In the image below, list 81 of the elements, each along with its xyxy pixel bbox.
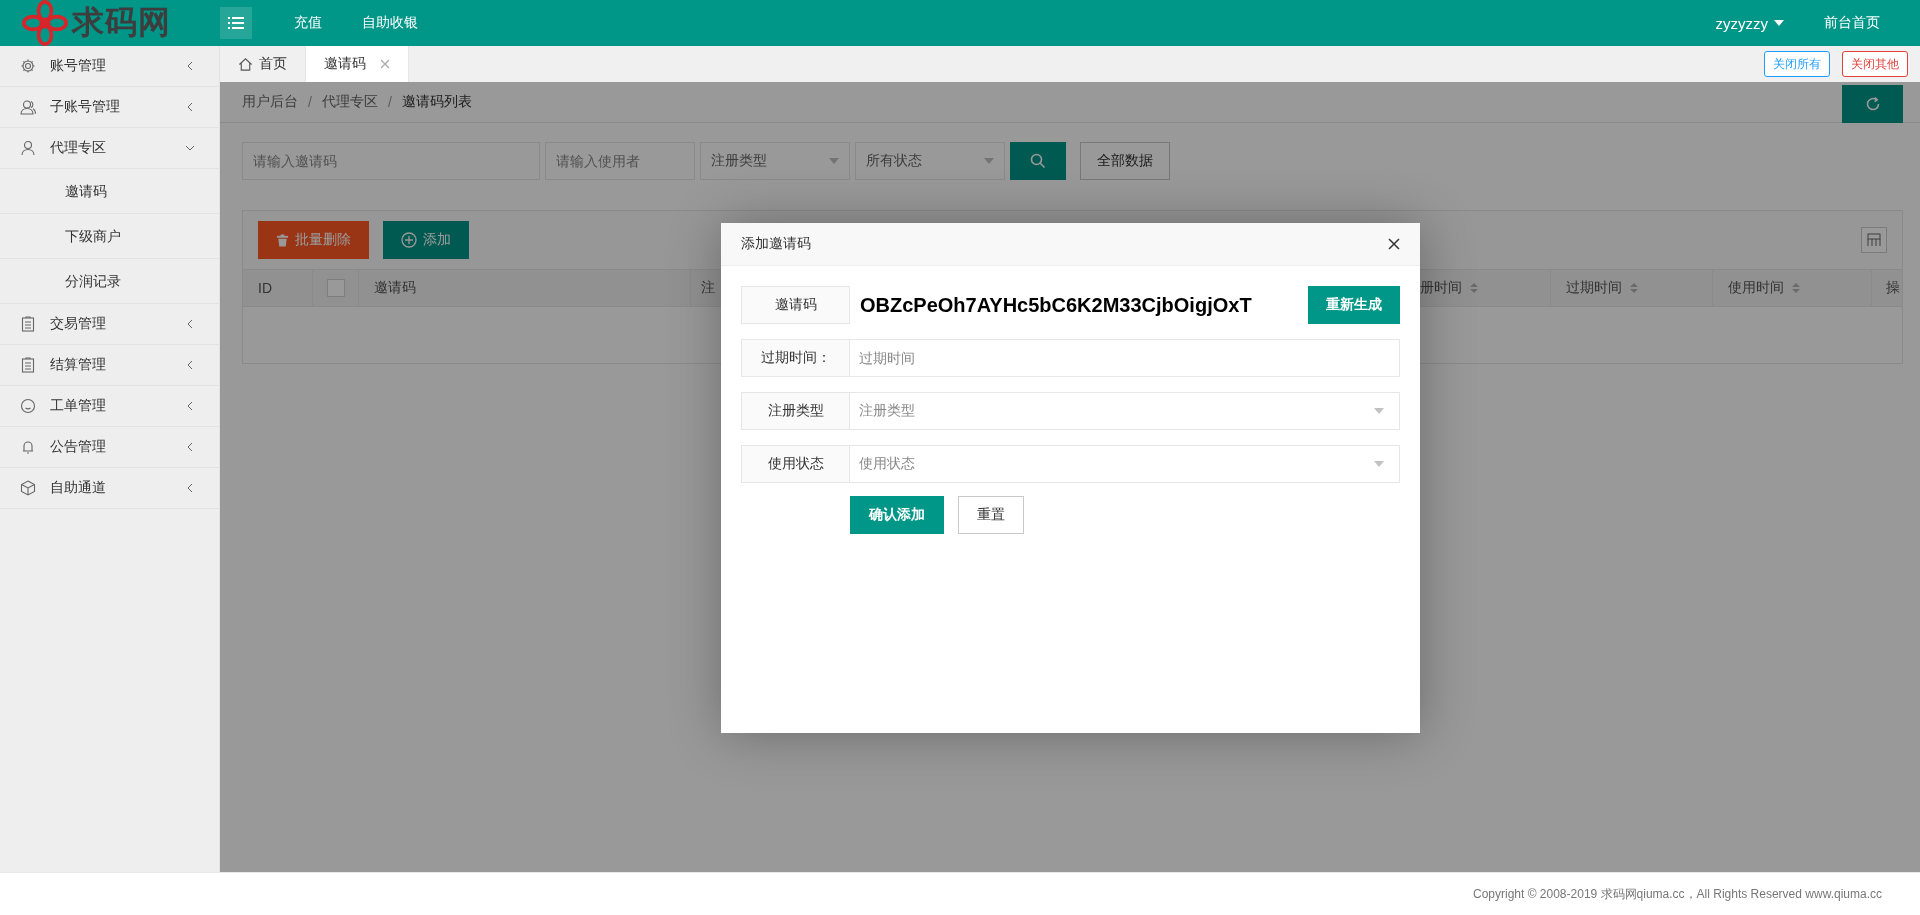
plus-circle-icon	[401, 232, 417, 248]
sort-icon[interactable]	[1470, 282, 1478, 294]
breadcrumb-item[interactable]: 用户后台	[242, 93, 298, 111]
menu-icon	[228, 17, 244, 29]
copyright-text: Copyright © 2008-2019 求码网qiuma.cc，All Rights Reserved www.qiuma.cc	[1473, 885, 1882, 903]
column-header: 操	[1886, 279, 1900, 297]
sidebar-item[interactable]: 工单管理	[0, 386, 219, 427]
logo-text: 求码网	[72, 3, 171, 42]
sort-icon[interactable]	[1792, 282, 1800, 294]
sidebar-subitem[interactable]: 邀请码	[0, 169, 219, 214]
tab-action-button[interactable]: 关闭其他	[1842, 51, 1908, 77]
field-label: 过期时间：	[741, 339, 850, 377]
sidebar-subitem[interactable]: 分润记录	[0, 259, 219, 304]
column-header: ID	[258, 280, 272, 296]
sort-icon[interactable]	[1630, 282, 1638, 294]
clipboard-icon	[20, 316, 36, 332]
field-label: 邀请码	[741, 286, 850, 324]
columns-icon	[1867, 233, 1881, 247]
select-field[interactable]: 所有状态	[855, 142, 1005, 180]
field-label: 注册类型	[741, 392, 850, 430]
column-header: 使用时间	[1728, 279, 1784, 297]
sidebar-subitem[interactable]: 下级商户	[0, 214, 219, 259]
close-icon[interactable]	[1388, 238, 1400, 250]
breadcrumb-item: 邀请码列表	[401, 93, 472, 111]
nav-link[interactable]: 充值	[274, 14, 342, 32]
add-button[interactable]: 添加	[383, 221, 469, 259]
home-link[interactable]: 前台首页	[1804, 14, 1920, 32]
regenerate-button[interactable]: 重新生成	[1308, 286, 1400, 324]
menu-button[interactable]	[220, 7, 252, 39]
breadcrumb-separator: /	[387, 94, 392, 110]
column-header: 注	[701, 279, 715, 297]
page-tab[interactable]: 邀请码	[306, 46, 409, 82]
search-button[interactable]	[1010, 142, 1066, 180]
modal-title: 添加邀请码	[741, 235, 812, 253]
bell-icon	[20, 439, 36, 455]
column-header: 册时间	[1420, 279, 1462, 297]
input-field[interactable]: 过期时间	[850, 339, 1400, 377]
batch-delete-button[interactable]: 批量删除	[258, 221, 369, 259]
checkbox[interactable]	[326, 279, 345, 297]
nav-link[interactable]: 自助收银	[342, 14, 438, 32]
all-data-button[interactable]: 全部数据	[1080, 142, 1170, 180]
select-field[interactable]: 使用状态	[850, 445, 1400, 483]
breadcrumb-item[interactable]: 代理专区	[321, 93, 378, 111]
smiley-icon	[20, 398, 36, 414]
sidebar-item[interactable]: 交易管理	[0, 304, 219, 345]
search-icon	[1030, 153, 1046, 169]
field-label: 使用状态	[741, 445, 850, 483]
caret-icon	[829, 158, 839, 164]
column-header: 过期时间	[1566, 279, 1622, 297]
sidebar-item[interactable]: 公告管理	[0, 427, 219, 468]
sidebar-item[interactable]: 自助通道	[0, 468, 219, 509]
home-icon	[238, 56, 253, 72]
gear-icon	[20, 58, 36, 74]
sidebar-item[interactable]: 账号管理	[0, 46, 219, 87]
caret-icon	[984, 158, 994, 164]
select-field[interactable]: 注册类型	[850, 392, 1400, 430]
input-field[interactable]: 请输入邀请码	[242, 142, 540, 180]
tab-action-button[interactable]: 关闭所有	[1764, 51, 1830, 77]
breadcrumb-separator: /	[308, 94, 312, 110]
caret-icon	[1374, 408, 1384, 414]
columns-button[interactable]	[1861, 227, 1887, 253]
user-menu[interactable]: zyzyzzy	[1695, 14, 1804, 32]
clipboard-icon	[20, 357, 36, 373]
caret-icon	[1774, 20, 1784, 26]
cube-icon	[20, 480, 36, 496]
refresh-icon	[1864, 96, 1881, 112]
refresh-button[interactable]	[1842, 85, 1903, 123]
trash-icon	[276, 233, 289, 247]
caret-icon	[1374, 461, 1384, 467]
sidebar-item[interactable]: 代理专区	[0, 128, 219, 169]
user-icon	[20, 140, 36, 156]
users-icon	[20, 99, 36, 115]
sidebar-item[interactable]: 子账号管理	[0, 87, 219, 128]
flower-logo-icon	[20, 0, 70, 46]
sidebar-item[interactable]: 结算管理	[0, 345, 219, 386]
confirm-button[interactable]: 确认添加	[850, 496, 944, 534]
column-header: 邀请码	[374, 279, 416, 297]
invite-code: OBZcPeOh7AYHc5bC6K2M33CjbOigjOxT	[859, 293, 1253, 317]
reset-button[interactable]: 重置	[958, 496, 1024, 534]
select-field[interactable]: 注册类型	[700, 142, 850, 180]
input-field[interactable]: 请输入使用者	[545, 142, 695, 180]
